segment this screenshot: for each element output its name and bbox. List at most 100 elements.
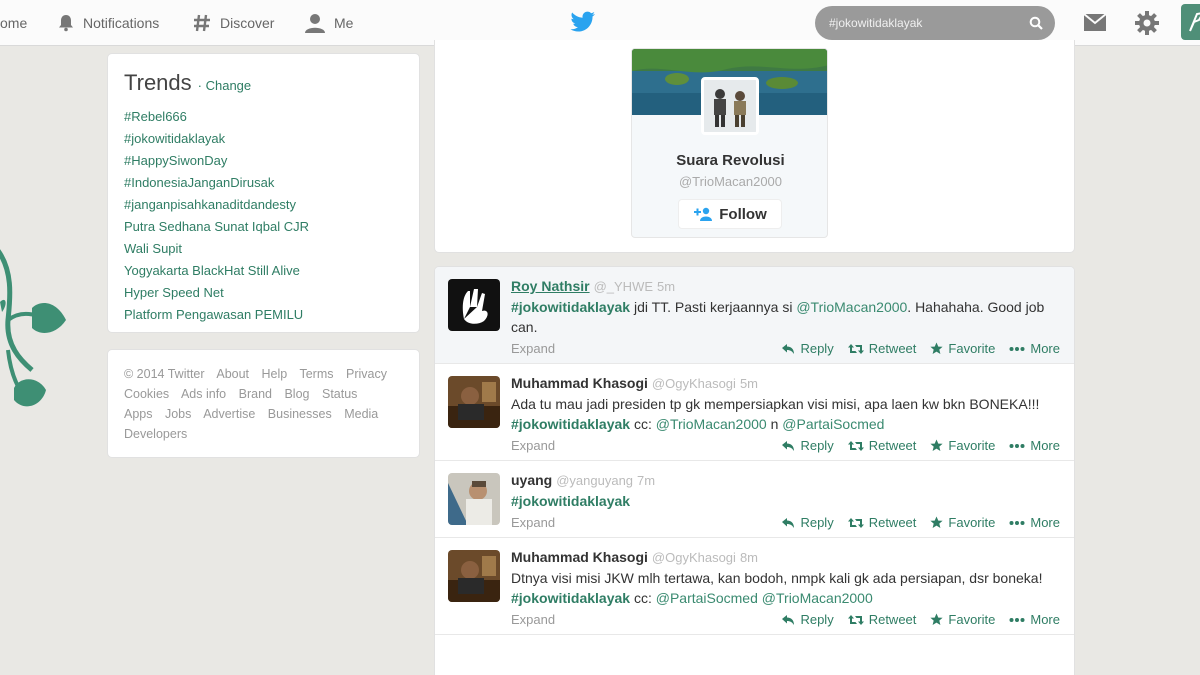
tweet-timestamp[interactable]: 5m — [740, 376, 758, 391]
tweet[interactable]: Muhammad Khasogi @OgyKhasogi 8m Dtnya visi … — [435, 538, 1074, 635]
tweet-author-name[interactable]: uyang — [511, 472, 552, 488]
reply-label: Reply — [800, 612, 834, 627]
footer-link[interactable]: Blog — [284, 387, 309, 401]
trends-change-link[interactable]: · Change — [198, 78, 251, 93]
mention-link[interactable]: @TrioMacan2000 — [762, 590, 873, 606]
retweet-button[interactable]: Retweet — [847, 341, 917, 356]
expand-link[interactable]: Expand — [511, 341, 555, 356]
person-icon — [305, 14, 325, 33]
footer-link[interactable]: Privacy — [346, 367, 387, 381]
trend-item[interactable]: #janganpisahkanaditdandesty — [124, 194, 403, 216]
favorite-button[interactable]: Favorite — [930, 438, 995, 453]
favorite-label: Favorite — [948, 341, 996, 356]
trend-item[interactable]: #HappySiwonDay — [124, 150, 403, 172]
footer-link[interactable]: Developers — [124, 427, 187, 441]
expand-link[interactable]: Expand — [511, 612, 555, 627]
gear-icon[interactable] — [1134, 10, 1160, 36]
mention-link[interactable]: @TrioMacan2000 — [796, 299, 907, 315]
profile-avatar[interactable] — [701, 77, 759, 135]
reply-button[interactable]: Reply — [781, 612, 834, 627]
nav-home[interactable]: ome — [0, 0, 27, 46]
tweet-timestamp[interactable]: 7m — [637, 473, 655, 488]
trend-item[interactable]: #jokowitidaklayak — [124, 128, 403, 150]
tweet[interactable]: uyang @yanguyang 7m #jokowitidaklayak Expand… — [435, 461, 1074, 538]
tweet[interactable]: Roy Nathsir @_YHWE 5m #jokowitidaklayak jdi… — [435, 267, 1074, 364]
footer-link[interactable]: Media — [344, 407, 378, 421]
trend-item[interactable]: Putra Sedhana Sunat Iqbal CJR — [124, 216, 403, 238]
expand-link[interactable]: Expand — [511, 515, 555, 530]
more-button[interactable]: More — [1009, 341, 1060, 356]
trend-item[interactable]: #Rebel666 — [124, 106, 403, 128]
tweet-author-name[interactable]: Muhammad Khasogi — [511, 375, 648, 391]
trend-item[interactable]: Wali Supit — [124, 238, 403, 260]
twitter-bird-logo[interactable] — [570, 11, 596, 38]
tweet-author-name[interactable]: Muhammad Khasogi — [511, 549, 648, 565]
footer-link[interactable]: Status — [322, 387, 357, 401]
trend-item[interactable]: Hyper Speed Net — [124, 282, 403, 304]
tweet-timestamp[interactable]: 5m — [657, 279, 675, 294]
trend-item[interactable]: #IndonesiaJanganDirusak — [124, 172, 403, 194]
footer-link[interactable]: Ads info — [181, 387, 226, 401]
hashtag-link[interactable]: #jokowitidaklayak — [511, 299, 630, 315]
profile-card[interactable]: Suara Revolusi @TrioMacan2000 Follow — [631, 48, 828, 238]
tweet-username[interactable]: @OgyKhasogi — [652, 376, 736, 391]
search-icon[interactable] — [1029, 16, 1043, 30]
footer-link[interactable]: Help — [262, 367, 288, 381]
footer-link[interactable]: © 2014 Twitter — [124, 367, 205, 381]
retweet-icon — [847, 614, 864, 625]
footer-link[interactable]: About — [216, 367, 249, 381]
messages-envelope-icon[interactable] — [1083, 13, 1107, 32]
tweet-author-name[interactable]: Roy Nathsir — [511, 278, 590, 294]
tweet[interactable]: Muhammad Khasogi @OgyKhasogi 5m Ada tu mau … — [435, 364, 1074, 461]
reply-button[interactable]: Reply — [781, 515, 834, 530]
profile-name[interactable]: Suara Revolusi — [632, 152, 827, 169]
retweet-label: Retweet — [868, 612, 917, 627]
mention-link[interactable]: @PartaiSocmed — [656, 590, 758, 606]
hashtag-link[interactable]: #jokowitidaklayak — [511, 493, 630, 509]
retweet-button[interactable]: Retweet — [847, 515, 916, 530]
retweet-label: Retweet — [868, 341, 917, 356]
trend-item[interactable]: Yogyakarta BlackHat Still Alive — [124, 260, 403, 282]
trend-item[interactable]: Platform Pengawasan PEMILU — [124, 304, 403, 326]
tweet-avatar[interactable] — [448, 376, 500, 428]
more-button[interactable]: More — [1009, 438, 1060, 453]
footer-link[interactable]: Jobs — [165, 407, 191, 421]
who-to-follow-module: Suara Revolusi @TrioMacan2000 Follow — [434, 40, 1075, 253]
tweet-avatar[interactable] — [448, 279, 500, 331]
footer-link[interactable]: Advertise — [203, 407, 255, 421]
favorite-button[interactable]: Favorite — [930, 612, 995, 627]
nav-notifications[interactable]: Notifications — [57, 0, 159, 46]
hashtag-link[interactable]: #jokowitidaklayak — [511, 416, 630, 432]
footer-link[interactable]: Apps — [124, 407, 153, 421]
tweet-username[interactable]: @yanguyang — [556, 473, 633, 488]
favorite-button[interactable]: Favorite — [930, 515, 995, 530]
more-button[interactable]: More — [1009, 612, 1060, 627]
reply-button[interactable]: Reply — [781, 341, 834, 356]
retweet-button[interactable]: Retweet — [847, 612, 917, 627]
footer-link[interactable]: Brand — [239, 387, 272, 401]
nav-discover[interactable]: Discover — [192, 0, 274, 46]
more-button[interactable]: More — [1009, 515, 1060, 530]
follow-button[interactable]: Follow — [678, 199, 782, 229]
bird-icon — [570, 11, 595, 32]
hashtag-link[interactable]: #jokowitidaklayak — [511, 590, 630, 606]
reply-button[interactable]: Reply — [781, 438, 834, 453]
compose-tweet-button[interactable] — [1181, 4, 1200, 40]
expand-link[interactable]: Expand — [511, 438, 555, 453]
retweet-button[interactable]: Retweet — [847, 438, 916, 453]
footer-link[interactable]: Businesses — [268, 407, 332, 421]
tweet-username[interactable]: @_YHWE — [594, 279, 653, 294]
favorite-button[interactable]: Favorite — [930, 341, 995, 356]
tweet-avatar[interactable] — [448, 473, 500, 525]
footer-link[interactable]: Cookies — [124, 387, 169, 401]
footer-link[interactable]: Terms — [299, 367, 333, 381]
search-box[interactable] — [815, 6, 1055, 40]
nav-me[interactable]: Me — [304, 0, 353, 46]
tweet-avatar[interactable] — [448, 550, 500, 602]
search-input[interactable] — [829, 16, 1017, 30]
mention-link[interactable]: @PartaiSocmed — [782, 416, 884, 432]
footer-links: © 2014 Twitter About Help Terms Privacy … — [124, 364, 403, 444]
tweet-username[interactable]: @OgyKhasogi — [652, 550, 736, 565]
mention-link[interactable]: @TrioMacan2000 — [656, 416, 767, 432]
tweet-timestamp[interactable]: 8m — [740, 550, 758, 565]
